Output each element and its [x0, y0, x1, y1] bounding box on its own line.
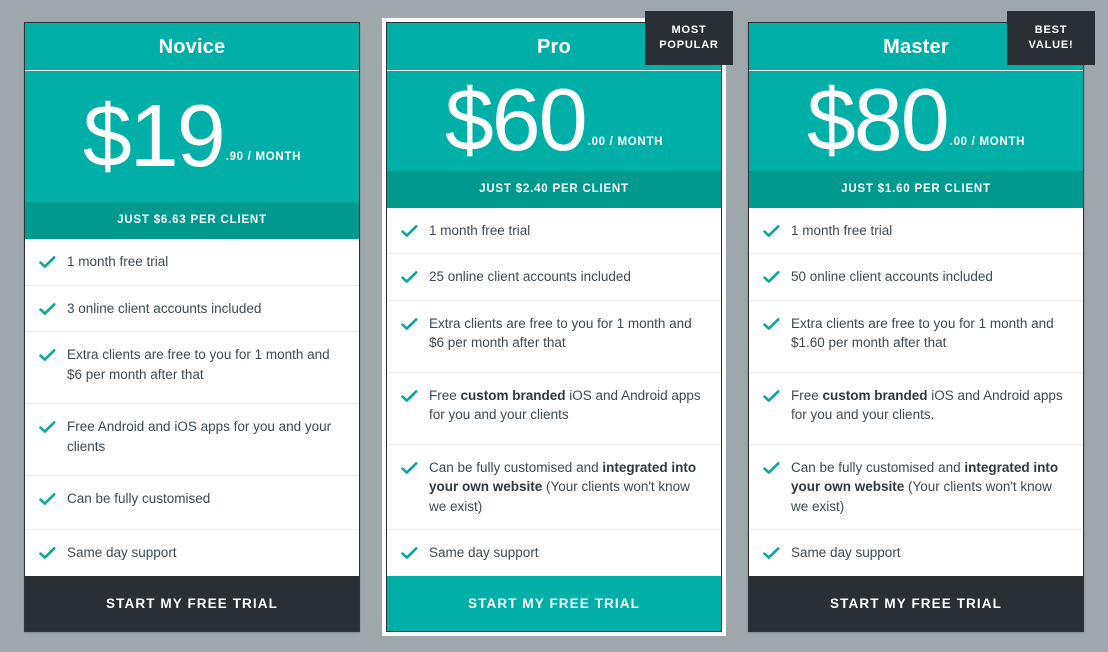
check-icon — [401, 223, 418, 240]
feature-text: 3 online client accounts included — [67, 300, 262, 316]
feature-text: Free Android and iOS apps for you and yo… — [67, 419, 332, 454]
check-icon — [401, 460, 418, 477]
price-block: $19 .90 / MONTH — [25, 71, 359, 202]
feature-text: Extra clients are free to you for 1 mont… — [67, 347, 330, 382]
feature-item: Can be fully customised — [25, 476, 359, 531]
feature-text: 1 month free trial — [791, 222, 893, 238]
price-period: .00 / MONTH — [587, 135, 664, 148]
per-client-band: JUST $2.40 PER CLIENT — [387, 170, 721, 208]
price-period: .00 / MONTH — [949, 135, 1026, 148]
check-icon — [401, 316, 418, 333]
price-block: $80 .00 / MONTH — [749, 70, 1083, 171]
price-block: $60 .00 / MONTH — [387, 70, 721, 171]
check-icon — [39, 347, 56, 364]
feature-item: 1 month free trial — [749, 208, 1083, 255]
feature-item: Free custom branded iOS and Android apps… — [749, 373, 1083, 445]
feature-item: Same day support — [749, 530, 1083, 576]
feature-text: Can be fully customised and integrated i… — [791, 459, 1059, 514]
feature-item: Can be fully customised and integrated i… — [387, 445, 721, 531]
feature-text: Can be fully customised and integrated i… — [429, 459, 697, 514]
start-free-trial-button[interactable]: START MY FREE TRIAL — [749, 576, 1083, 631]
price-amount: $60 — [444, 70, 588, 170]
check-icon — [763, 460, 780, 477]
feature-text: Same day support — [429, 545, 539, 561]
feature-item: Same day support — [25, 530, 359, 576]
feature-item: Free Android and iOS apps for you and yo… — [25, 404, 359, 477]
pricing-card-master: BEST VALUE! Master $80 .00 / MONTH JUST … — [748, 11, 1095, 632]
most-popular-badge: MOST POPULAR — [645, 11, 733, 65]
feature-list: 1 month free trial 50 online client acco… — [749, 207, 1083, 576]
feature-text: 50 online client accounts included — [791, 269, 993, 285]
feature-item: 50 online client accounts included — [749, 254, 1083, 301]
pricing-card-novice: Novice $19 .90 / MONTH JUST $6.63 PER CL… — [24, 22, 360, 632]
pricing-card-pro: MOST POPULAR Pro $60 .00 / MONTH JUST $2… — [386, 11, 733, 632]
start-free-trial-button[interactable]: START MY FREE TRIAL — [25, 576, 359, 631]
per-client-band: JUST $6.63 PER CLIENT — [25, 202, 359, 239]
feature-item: Can be fully customised and integrated i… — [749, 445, 1083, 531]
feature-item: 3 online client accounts included — [25, 286, 359, 333]
feature-item: Free custom branded iOS and Android apps… — [387, 373, 721, 445]
check-icon — [39, 301, 56, 318]
check-icon — [763, 269, 780, 286]
feature-list: 1 month free trial 25 online client acco… — [387, 207, 721, 576]
start-free-trial-button[interactable]: START MY FREE TRIAL — [387, 576, 721, 631]
check-icon — [401, 269, 418, 286]
feature-item: Same day support — [387, 530, 721, 576]
check-icon — [39, 491, 56, 508]
feature-text: Same day support — [67, 545, 177, 561]
feature-text: Can be fully customised — [67, 491, 211, 507]
feature-item: 1 month free trial — [25, 239, 359, 286]
plan-name: Novice — [158, 36, 226, 58]
feature-item: Extra clients are free to you for 1 mont… — [25, 332, 359, 405]
check-icon — [39, 545, 56, 562]
feature-text: Free custom branded iOS and Android apps… — [429, 387, 701, 423]
feature-text: Same day support — [791, 545, 901, 561]
feature-text: Extra clients are free to you for 1 mont… — [429, 315, 692, 351]
price-period: .90 / MONTH — [225, 151, 302, 164]
per-client-band: JUST $1.60 PER CLIENT — [749, 170, 1083, 208]
feature-text: 1 month free trial — [67, 254, 169, 269]
feature-item: Extra clients are free to you for 1 mont… — [387, 301, 721, 373]
check-icon — [39, 419, 56, 436]
price-amount: $19 — [82, 86, 226, 186]
best-value-badge: BEST VALUE! — [1007, 11, 1095, 65]
check-icon — [763, 545, 780, 562]
feature-item: 1 month free trial — [387, 208, 721, 255]
feature-item: 25 online client accounts included — [387, 254, 721, 301]
feature-text: Free custom branded iOS and Android apps… — [791, 387, 1063, 423]
feature-text: 25 online client accounts included — [429, 269, 631, 285]
feature-text: 1 month free trial — [429, 222, 531, 238]
price-amount: $80 — [806, 70, 950, 170]
pricing-table: Novice $19 .90 / MONTH JUST $6.63 PER CL… — [0, 0, 1108, 652]
check-icon — [39, 254, 56, 271]
check-icon — [763, 388, 780, 405]
check-icon — [401, 388, 418, 405]
check-icon — [763, 316, 780, 333]
check-icon — [763, 223, 780, 240]
check-icon — [401, 545, 418, 562]
card-header: Novice — [25, 23, 359, 70]
feature-text: Extra clients are free to you for 1 mont… — [791, 315, 1054, 351]
feature-item: Extra clients are free to you for 1 mont… — [749, 301, 1083, 373]
feature-list: 1 month free trial 3 online client accou… — [25, 239, 359, 576]
